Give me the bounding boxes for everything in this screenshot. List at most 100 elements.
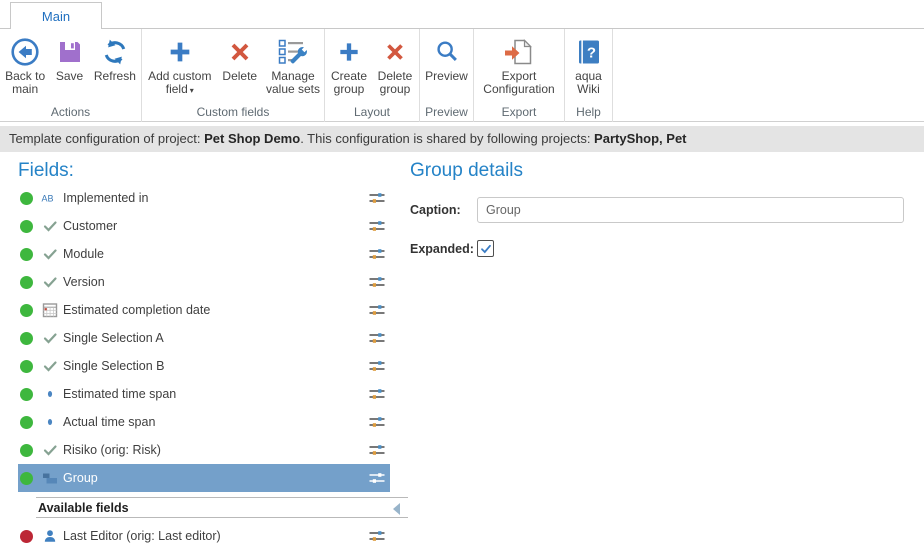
field-row-version[interactable]: Version xyxy=(18,268,390,296)
ribbon-group-layout: Create group Delete group Layout xyxy=(325,29,420,122)
status-dot-green xyxy=(20,220,33,233)
checkmark-icon xyxy=(480,243,492,255)
field-row-last-editor[interactable]: Last Editor (orig: Last editor) xyxy=(18,522,390,550)
refresh-label: Refresh xyxy=(94,70,136,83)
svg-text:AB: AB xyxy=(42,194,54,204)
fields-panel: Fields: AB Implemented in Customer Modul… xyxy=(0,152,402,548)
ribbon-group-label-custom-fields: Custom fields xyxy=(142,105,324,119)
reorder-icon[interactable] xyxy=(368,246,386,262)
field-row-group-selected[interactable]: Group xyxy=(18,464,390,492)
back-to-main-button[interactable]: Back to main xyxy=(2,32,48,96)
refresh-icon xyxy=(100,34,130,70)
status-dot-green xyxy=(20,276,33,289)
reorder-icon[interactable] xyxy=(368,414,386,430)
reorder-icon[interactable] xyxy=(368,386,386,402)
expanded-label: Expanded: xyxy=(410,242,477,256)
field-label: Customer xyxy=(63,219,368,233)
user-icon xyxy=(41,528,58,544)
status-dot-green xyxy=(20,332,33,345)
field-row-single-selection-b[interactable]: Single Selection B xyxy=(18,352,390,380)
caption-label: Caption: xyxy=(410,203,477,217)
text-ab-icon: AB xyxy=(41,190,58,206)
field-label: Single Selection A xyxy=(63,331,368,345)
ribbon-group-actions: Back to main Save xyxy=(0,29,142,122)
aqua-wiki-icon: ? xyxy=(575,34,603,70)
time-span-icon xyxy=(41,414,58,430)
field-row-actual-time-span[interactable]: Actual time span xyxy=(18,408,390,436)
info-project-name: Pet Shop Demo xyxy=(204,131,300,146)
field-row-estimated-time-span[interactable]: Estimated time span xyxy=(18,380,390,408)
ribbon: Main Back to main xyxy=(0,0,924,122)
status-dot-green xyxy=(20,472,33,485)
reorder-icon[interactable] xyxy=(368,190,386,206)
info-prefix: Template configuration of project: xyxy=(9,131,204,146)
group-details-panel: Group details Caption: Expanded: xyxy=(410,152,908,548)
info-shared-projects: PartyShop, Pet xyxy=(594,131,686,146)
fields-panel-title: Fields: xyxy=(18,160,402,184)
time-span-icon xyxy=(41,386,58,402)
reorder-icon[interactable] xyxy=(368,442,386,458)
status-dot-green xyxy=(20,416,33,429)
field-label: Estimated time span xyxy=(63,387,368,401)
expanded-checkbox[interactable] xyxy=(477,240,494,257)
field-row-risiko[interactable]: Risiko (orig: Risk) xyxy=(18,436,390,464)
export-configuration-label: Export Configuration xyxy=(476,70,562,96)
field-row-module[interactable]: Module xyxy=(18,240,390,268)
export-configuration-button[interactable]: Export Configuration xyxy=(476,32,562,96)
aqua-wiki-button[interactable]: ? aqua Wiki xyxy=(567,32,610,96)
aqua-wiki-label: aqua Wiki xyxy=(567,70,610,96)
create-group-button[interactable]: Create group xyxy=(327,32,371,96)
ribbon-groups: Back to main Save xyxy=(0,29,924,122)
save-button[interactable]: Save xyxy=(50,32,89,96)
available-fields-header: Available fields xyxy=(36,497,408,518)
reorder-icon[interactable] xyxy=(368,274,386,290)
fields-list: AB Implemented in Customer Module Versio… xyxy=(18,184,390,550)
add-custom-field-label: Add custom field xyxy=(148,69,211,96)
field-row-customer[interactable]: Customer xyxy=(18,212,390,240)
status-dot-green xyxy=(20,360,33,373)
group-details-title: Group details xyxy=(410,160,908,183)
status-dot-green xyxy=(20,444,33,457)
reorder-icon[interactable] xyxy=(368,330,386,346)
back-to-main-label: Back to main xyxy=(2,70,48,96)
status-dot-green xyxy=(20,388,33,401)
ribbon-tab-row: Main xyxy=(0,0,924,29)
checkmark-icon xyxy=(41,246,58,262)
manage-value-sets-icon xyxy=(277,34,309,70)
ribbon-group-label-actions: Actions xyxy=(0,105,141,119)
reorder-icon[interactable] xyxy=(368,528,386,544)
delete-group-button[interactable]: Delete group xyxy=(373,32,417,96)
field-row-single-selection-a[interactable]: Single Selection A xyxy=(18,324,390,352)
delete-x-icon xyxy=(226,34,254,70)
field-label: Risiko (orig: Risk) xyxy=(63,443,368,457)
field-row-implemented-in[interactable]: AB Implemented in xyxy=(18,184,390,212)
add-custom-field-button[interactable]: Add custom field▾ xyxy=(144,32,216,97)
panel-collapse-arrow-icon[interactable] xyxy=(393,503,400,515)
preview-button[interactable]: Preview xyxy=(422,32,471,83)
create-group-plus-icon xyxy=(336,34,362,70)
delete-group-label: Delete group xyxy=(373,70,417,96)
field-row-estimated-completion-date[interactable]: Estimated completion date xyxy=(18,296,390,324)
field-label: Single Selection B xyxy=(63,359,368,373)
ribbon-group-custom-fields: Add custom field▾ Delete xyxy=(142,29,325,122)
refresh-button[interactable]: Refresh xyxy=(91,32,139,96)
reorder-icon[interactable] xyxy=(368,302,386,318)
ribbon-group-preview: Preview Preview xyxy=(420,29,474,122)
reorder-icon[interactable] xyxy=(368,470,386,486)
export-configuration-icon xyxy=(502,34,536,70)
caption-input[interactable] xyxy=(477,197,904,223)
ribbon-group-help: ? aqua Wiki Help xyxy=(565,29,613,122)
manage-value-sets-label: Manage value sets xyxy=(264,70,322,96)
add-plus-icon xyxy=(166,34,194,70)
delete-group-x-icon xyxy=(382,34,408,70)
status-dot-red xyxy=(20,530,33,543)
preview-label: Preview xyxy=(425,70,468,83)
template-info-bar: Template configuration of project: Pet S… xyxy=(0,126,924,152)
ribbon-group-label-help: Help xyxy=(565,105,612,119)
tab-main[interactable]: Main xyxy=(10,2,102,29)
reorder-icon[interactable] xyxy=(368,358,386,374)
reorder-icon[interactable] xyxy=(368,218,386,234)
delete-field-button[interactable]: Delete xyxy=(218,32,262,97)
manage-value-sets-button[interactable]: Manage value sets xyxy=(264,32,322,97)
field-label: Implemented in xyxy=(63,191,368,205)
